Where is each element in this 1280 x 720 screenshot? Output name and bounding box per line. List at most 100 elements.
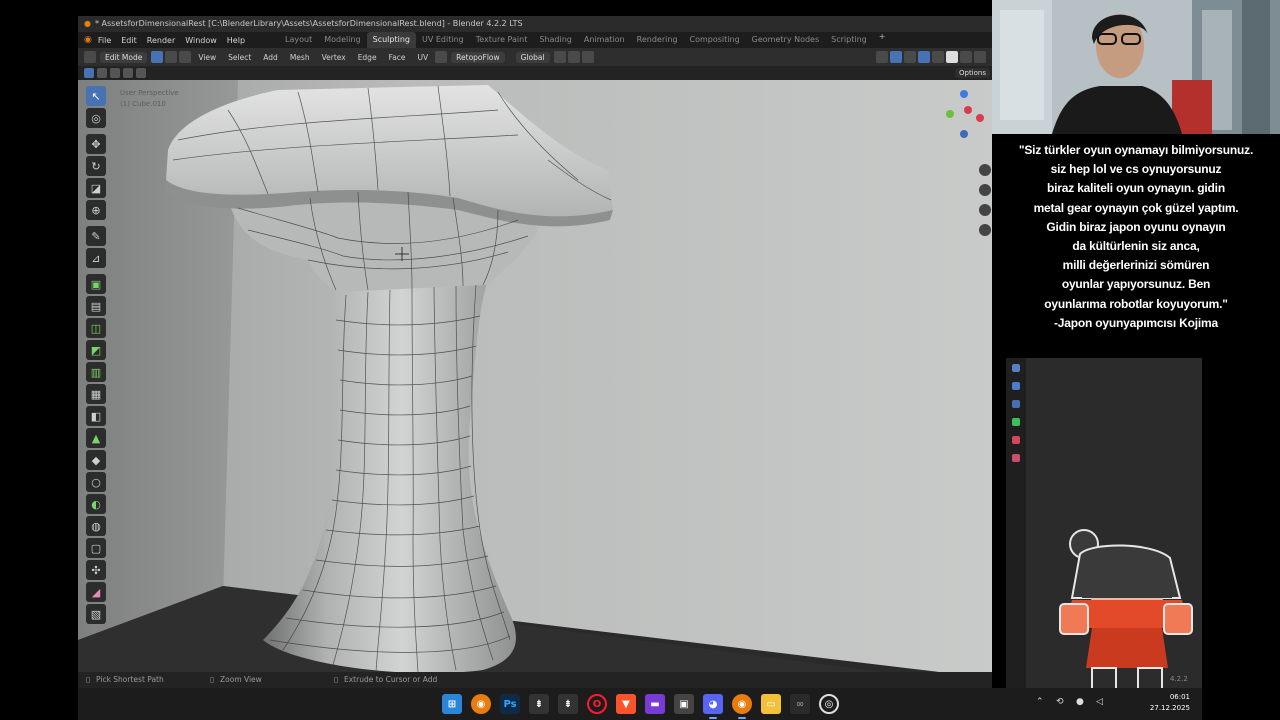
bevel-tool-icon[interactable]: ◩ xyxy=(86,340,106,360)
menu-window[interactable]: Window xyxy=(185,36,217,45)
app-icon-2[interactable]: ⇟ xyxy=(558,694,578,714)
tray-expand-icon[interactable]: ⌃ xyxy=(1036,697,1044,707)
edge-slide-tool-icon[interactable]: ◐ xyxy=(86,494,106,514)
extrude-tool-icon[interactable]: ▤ xyxy=(86,296,106,316)
menu-file[interactable]: File xyxy=(98,36,111,45)
to-sphere-tool-icon[interactable]: ✣ xyxy=(86,560,106,580)
tab-rendering[interactable]: Rendering xyxy=(631,32,684,48)
x-axis-icon[interactable] xyxy=(964,106,972,114)
tab-geometry-nodes[interactable]: Geometry Nodes xyxy=(746,32,825,48)
shrink-fatten-tool-icon[interactable]: ◍ xyxy=(86,516,106,536)
visibility-icon[interactable] xyxy=(876,51,888,63)
select-subtract-icon[interactable] xyxy=(110,68,120,78)
menu-vertex[interactable]: Vertex xyxy=(322,53,346,62)
navigation-gizmo[interactable] xyxy=(942,88,986,138)
select-invert-icon[interactable] xyxy=(123,68,133,78)
material-properties-icon[interactable] xyxy=(1012,436,1020,444)
proportional-edit-icon[interactable] xyxy=(581,51,594,63)
xray-toggle-icon[interactable] xyxy=(918,51,930,63)
tab-sculpting[interactable]: Sculpting xyxy=(366,32,416,48)
pan-icon[interactable] xyxy=(979,184,991,196)
options-button[interactable]: Options xyxy=(954,68,990,78)
tab-shading[interactable]: Shading xyxy=(533,32,578,48)
menu-face[interactable]: Face xyxy=(389,53,406,62)
tray-mic-icon[interactable]: ● xyxy=(1076,697,1084,707)
menu-help[interactable]: Help xyxy=(227,36,245,45)
zoom-icon[interactable] xyxy=(979,164,991,176)
obs-icon[interactable]: ◎ xyxy=(819,694,839,714)
blender-icon-2[interactable]: ◉ xyxy=(732,694,752,719)
pivot-icon[interactable] xyxy=(553,51,566,63)
smooth-tool-icon[interactable]: ○ xyxy=(86,472,106,492)
menu-select[interactable]: Select xyxy=(228,53,251,62)
rip-region-tool-icon[interactable]: ◢ xyxy=(86,582,106,602)
y-axis-icon[interactable] xyxy=(946,110,954,118)
retopoflow-menu[interactable]: RetopoFlow xyxy=(451,51,505,63)
brave-icon[interactable]: ▼ xyxy=(616,694,636,714)
vertex-select-icon[interactable] xyxy=(151,51,164,63)
blender-logo-icon[interactable]: ◉ xyxy=(84,35,92,45)
rotate-tool-icon[interactable]: ↻ xyxy=(86,156,106,176)
video-editor-icon[interactable]: ▬ xyxy=(645,694,665,714)
tab-compositing[interactable]: Compositing xyxy=(684,32,746,48)
data-properties-icon[interactable] xyxy=(1012,418,1020,426)
tab-animation[interactable]: Animation xyxy=(578,32,631,48)
photoshop-icon[interactable]: Ps xyxy=(500,694,520,714)
solid-shading-icon[interactable] xyxy=(946,51,958,63)
tab-modeling[interactable]: Modeling xyxy=(318,32,366,48)
cursor-tool-icon[interactable]: ◎ xyxy=(86,108,106,128)
select-box-icon[interactable] xyxy=(84,68,94,78)
menu-view[interactable]: View xyxy=(198,53,216,62)
face-select-icon[interactable] xyxy=(179,51,192,63)
overlay-toggle-icon[interactable] xyxy=(904,51,916,63)
select-intersect-icon[interactable] xyxy=(136,68,146,78)
bisect-tool-icon[interactable]: ◧ xyxy=(86,406,106,426)
edge-select-icon[interactable] xyxy=(165,51,178,63)
camera-view-icon[interactable] xyxy=(979,204,991,216)
poly-build-tool-icon[interactable]: ▲ xyxy=(86,428,106,448)
system-clock[interactable]: 06:01 27.12.2025 xyxy=(1150,692,1190,714)
scale-tool-icon[interactable]: ◪ xyxy=(86,178,106,198)
material-shading-icon[interactable] xyxy=(960,51,972,63)
menu-mesh[interactable]: Mesh xyxy=(290,53,310,62)
spin-tool-icon[interactable]: ◆ xyxy=(86,450,106,470)
measure-tool-icon[interactable]: ⊿ xyxy=(86,248,106,268)
retopo-tool-icon[interactable]: ▧ xyxy=(86,604,106,624)
texture-properties-icon[interactable] xyxy=(1012,454,1020,462)
tray-network-icon[interactable]: ⟲ xyxy=(1056,697,1064,707)
select-box-tool-icon[interactable]: ↖ xyxy=(86,86,106,106)
perspective-toggle-icon[interactable] xyxy=(979,224,991,236)
tab-scripting[interactable]: Scripting xyxy=(825,32,873,48)
app-icon[interactable]: ⇟ xyxy=(529,694,549,714)
explorer-icon[interactable]: ▭ xyxy=(761,694,781,714)
discord-icon[interactable]: ◕ xyxy=(703,694,723,719)
editor-type-icon[interactable] xyxy=(84,51,96,63)
neg-z-axis-icon[interactable] xyxy=(960,130,968,138)
neg-x-axis-icon[interactable] xyxy=(976,114,984,122)
tool-properties-icon[interactable] xyxy=(1012,364,1020,372)
menu-edit[interactable]: Edit xyxy=(121,36,137,45)
add-cube-tool-icon[interactable]: ▣ xyxy=(86,274,106,294)
select-extend-icon[interactable] xyxy=(97,68,107,78)
menu-render[interactable]: Render xyxy=(147,36,175,45)
shear-tool-icon[interactable]: ▢ xyxy=(86,538,106,558)
rendered-shading-icon[interactable] xyxy=(974,51,986,63)
annotate-tool-icon[interactable]: ✎ xyxy=(86,226,106,246)
wireframe-shading-icon[interactable] xyxy=(932,51,944,63)
inset-tool-icon[interactable]: ◫ xyxy=(86,318,106,338)
snap-icon[interactable] xyxy=(567,51,580,63)
opera-icon[interactable]: O xyxy=(587,694,607,714)
z-axis-icon[interactable] xyxy=(960,90,968,98)
media-icon[interactable]: ▣ xyxy=(674,694,694,714)
menu-add[interactable]: Add xyxy=(263,53,278,62)
3d-viewport[interactable]: User Perspective (1) Cube.010 xyxy=(78,80,992,672)
loop-cut-tool-icon[interactable]: ▥ xyxy=(86,362,106,382)
add-workspace-button[interactable]: + xyxy=(873,32,892,48)
move-tool-icon[interactable]: ✥ xyxy=(86,134,106,154)
app-icon-3[interactable]: ∞ xyxy=(790,694,810,714)
knife-tool-icon[interactable]: ▦ xyxy=(86,384,106,404)
tab-layout[interactable]: Layout xyxy=(279,32,318,48)
menu-edge[interactable]: Edge xyxy=(358,53,377,62)
mode-select[interactable]: Edit Mode xyxy=(100,51,148,63)
blender-icon[interactable]: ◉ xyxy=(471,694,491,714)
